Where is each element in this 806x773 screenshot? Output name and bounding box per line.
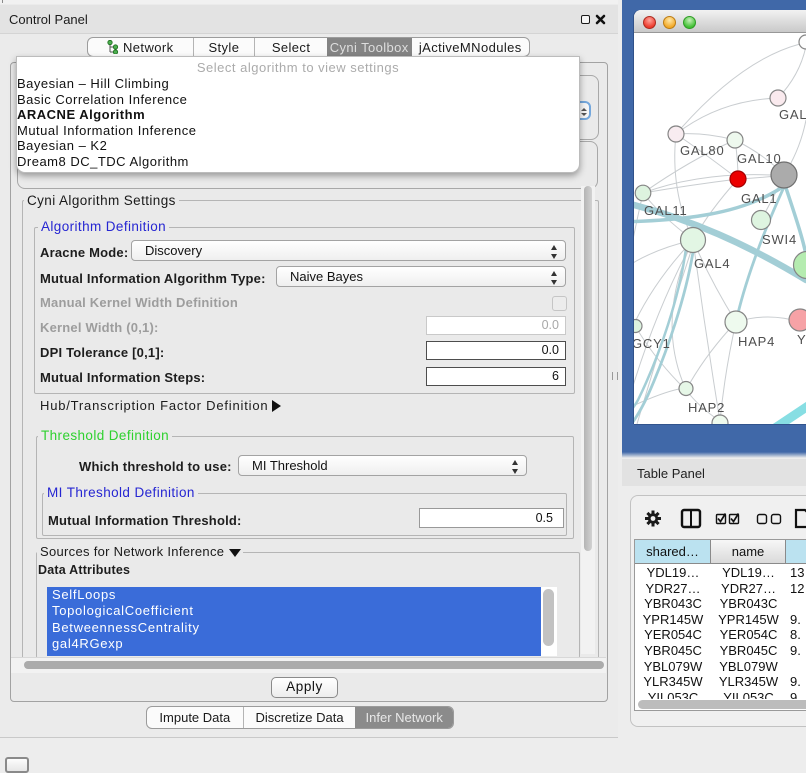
svg-text:GAL11: GAL11 [644, 203, 688, 218]
svg-text:HAP2: HAP2 [688, 400, 725, 415]
svg-text:SWI4: SWI4 [762, 232, 797, 247]
svg-text:GCY1: GCY1 [634, 336, 671, 351]
svg-text:HAP4: HAP4 [738, 334, 775, 349]
svg-text:GAL80: GAL80 [680, 143, 724, 158]
svg-text:GAL10: GAL10 [737, 151, 781, 166]
svg-text:GAL1: GAL1 [741, 191, 777, 206]
svg-text:Y: Y [797, 332, 806, 347]
svg-text:GAL4: GAL4 [694, 256, 730, 271]
svg-text:GAL7: GAL7 [779, 107, 806, 122]
